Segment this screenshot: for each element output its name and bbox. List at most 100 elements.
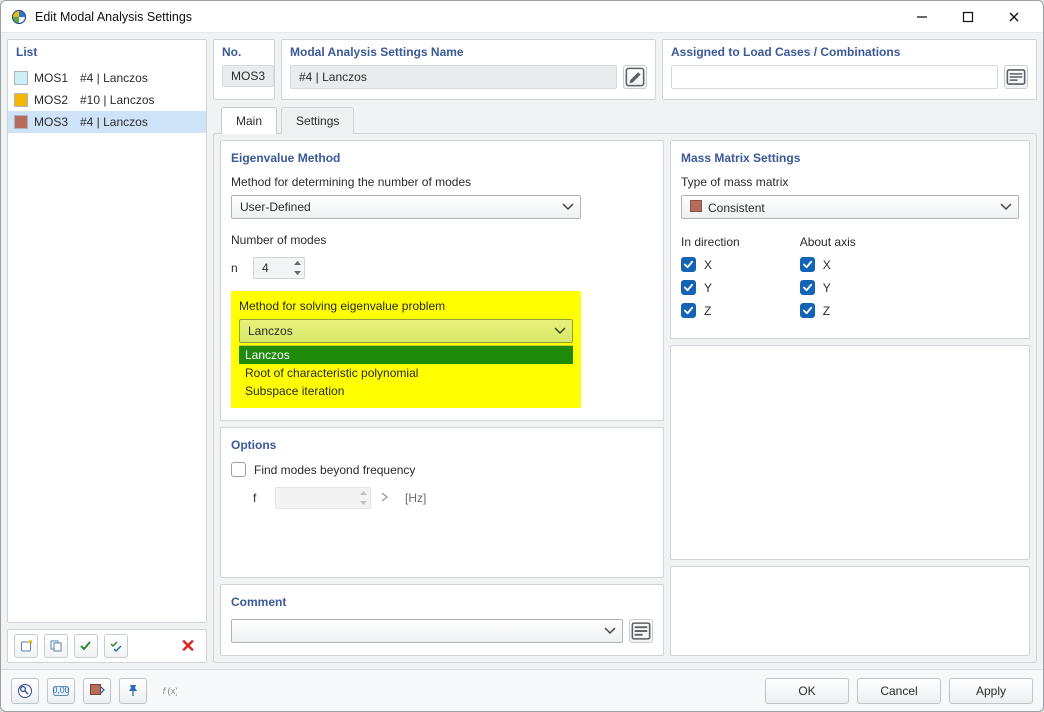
list-panel: List MOS1 #4 | Lanczos MOS2 #10 | Lanczo… — [7, 39, 207, 623]
about-axis-label: About axis — [800, 235, 856, 249]
solver-label: Method for solving eigenvalue problem — [239, 299, 573, 313]
cancel-button[interactable]: Cancel — [857, 678, 941, 704]
mass-type-select[interactable]: Consistent — [681, 195, 1019, 219]
name-panel: Modal Analysis Settings Name #4 | Lanczo… — [281, 39, 656, 100]
mass-matrix-group: Mass Matrix Settings Type of mass matrix… — [670, 140, 1030, 339]
color-button[interactable] — [83, 678, 111, 704]
no-panel: No. MOS3 — [213, 39, 275, 100]
in-direction-label: In direction — [681, 235, 740, 249]
list-item[interactable]: MOS3 #4 | Lanczos — [8, 111, 206, 133]
chevron-down-icon — [554, 325, 566, 337]
mass-type-swatch-icon — [690, 200, 702, 212]
find-beyond-checkbox-row: Find modes beyond frequency — [231, 462, 653, 477]
tab-main[interactable]: Main — [221, 107, 277, 134]
spin-down-icon — [356, 498, 370, 508]
chevron-down-icon — [1000, 201, 1012, 213]
method-value: User-Defined — [240, 200, 311, 214]
solver-option[interactable]: Root of characteristic polynomial — [239, 364, 573, 382]
solver-option[interactable]: Lanczos — [239, 346, 573, 364]
options-group: Options Find modes beyond frequency f — [220, 427, 664, 578]
new-item-button[interactable] — [14, 634, 38, 658]
check-blue-button[interactable] — [104, 634, 128, 658]
list-title: List — [8, 40, 206, 65]
dir-y-checkbox[interactable] — [681, 280, 696, 295]
comment-group: Comment — [220, 584, 664, 656]
f-unit: [Hz] — [405, 491, 426, 505]
spin-down-icon[interactable] — [290, 268, 304, 278]
ok-button[interactable]: OK — [765, 678, 849, 704]
window-close-button[interactable] — [991, 1, 1037, 33]
tabs: Main Settings — [213, 106, 1037, 133]
axis-label: X — [704, 258, 712, 272]
rename-button[interactable] — [623, 65, 647, 89]
axis-x-checkbox[interactable] — [800, 257, 815, 272]
method-label: Method for determining the number of mod… — [231, 175, 653, 189]
no-value: MOS3 — [222, 65, 274, 87]
mass-type-value: Consistent — [708, 201, 765, 215]
axis-z-checkbox[interactable] — [800, 303, 815, 318]
window-maximize-button[interactable] — [945, 1, 991, 33]
window-title: Edit Modal Analysis Settings — [35, 10, 192, 24]
find-beyond-checkbox[interactable] — [231, 462, 246, 477]
window-minimize-button[interactable] — [899, 1, 945, 33]
spin-up-icon[interactable] — [290, 258, 304, 268]
axis-label: Y — [823, 281, 831, 295]
duplicate-item-button[interactable] — [44, 634, 68, 658]
list-items[interactable]: MOS1 #4 | Lanczos MOS2 #10 | Lanczos MOS… — [8, 65, 206, 133]
solver-select[interactable]: Lanczos — [239, 319, 573, 343]
apply-button[interactable]: Apply — [949, 678, 1033, 704]
list-item-label: #4 | Lanczos — [80, 113, 148, 131]
name-input[interactable]: #4 | Lanczos — [290, 65, 617, 89]
name-title: Modal Analysis Settings Name — [282, 40, 655, 65]
solver-option[interactable]: Subspace iteration — [239, 382, 573, 400]
list-item-code: MOS3 — [34, 113, 74, 131]
dir-x-checkbox[interactable] — [681, 257, 696, 272]
app-icon — [11, 9, 27, 25]
axis-label: Z — [823, 304, 830, 318]
empty-right-group — [670, 345, 1030, 560]
solver-dropdown-list[interactable]: Lanczos Root of characteristic polynomia… — [239, 345, 573, 400]
check-green-button[interactable] — [74, 634, 98, 658]
units-button[interactable]: 0,00 — [47, 678, 75, 704]
help-button[interactable] — [11, 678, 39, 704]
chevron-down-icon — [604, 625, 616, 637]
solver-highlight-block: Method for solving eigenvalue problem La… — [231, 291, 581, 408]
assign-input[interactable] — [671, 65, 998, 89]
n-value: 4 — [262, 261, 269, 275]
method-select[interactable]: User-Defined — [231, 195, 581, 219]
close-icon: ✕ — [180, 637, 195, 655]
f-symbol: f — [253, 491, 265, 505]
dialog-bottom-bar: 0,00 f(x) OK Cancel Apply — [1, 669, 1043, 711]
assign-title: Assigned to Load Cases / Combinations — [663, 40, 1036, 65]
n-modes-input[interactable]: 4 — [253, 257, 305, 279]
comment-browse-button[interactable] — [629, 619, 653, 643]
tab-settings[interactable]: Settings — [281, 107, 354, 134]
list-item[interactable]: MOS2 #10 | Lanczos — [8, 89, 206, 111]
arrow-right-icon — [381, 491, 389, 505]
comment-select[interactable] — [231, 619, 623, 643]
n-modes-label: Number of modes — [231, 233, 653, 247]
dir-z-checkbox[interactable] — [681, 303, 696, 318]
assign-panel: Assigned to Load Cases / Combinations — [662, 39, 1037, 100]
delete-item-button[interactable]: ✕ — [176, 634, 200, 658]
axis-label: X — [823, 258, 831, 272]
eigenvalue-method-group: Eigenvalue Method Method for determining… — [220, 140, 664, 421]
list-toolbar: ✕ — [7, 629, 207, 663]
empty-right-group2 — [670, 566, 1030, 656]
frequency-input — [275, 487, 371, 509]
list-item[interactable]: MOS1 #4 | Lanczos — [8, 67, 206, 89]
no-title: No. — [214, 40, 274, 65]
list-item-label: #10 | Lanczos — [80, 91, 155, 109]
solver-value: Lanczos — [248, 324, 293, 338]
titlebar: Edit Modal Analysis Settings — [1, 1, 1043, 33]
group-title: Options — [231, 438, 653, 452]
assign-browse-button[interactable] — [1004, 65, 1028, 89]
svg-text:(x): (x) — [167, 686, 177, 697]
pin-button[interactable] — [119, 678, 147, 704]
n-symbol: n — [231, 261, 243, 275]
fx-button[interactable]: f(x) — [155, 678, 183, 704]
find-beyond-label: Find modes beyond frequency — [254, 463, 415, 477]
axis-y-checkbox[interactable] — [800, 280, 815, 295]
axis-label: Z — [704, 304, 711, 318]
list-item-code: MOS2 — [34, 91, 74, 109]
